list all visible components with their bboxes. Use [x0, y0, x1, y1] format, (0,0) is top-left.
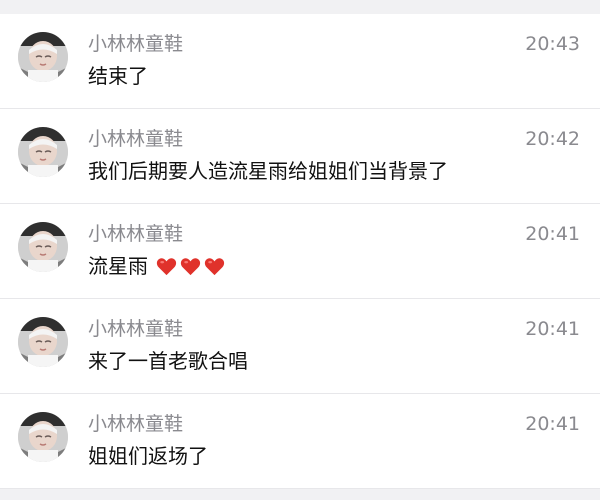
heart-icon — [204, 257, 225, 275]
hearts-group — [156, 257, 225, 276]
comment-username[interactable]: 小林林童鞋 — [88, 32, 183, 56]
comment-text-content: 我们后期要人造流星雨给姐姐们当背景了 — [88, 159, 448, 183]
comment-row[interactable]: 小林林童鞋 20:41 来了一首老歌合唱 — [0, 299, 600, 394]
comment-text-content: 来了一首老歌合唱 — [88, 349, 248, 373]
comment-text-content: 流星雨 — [88, 254, 148, 278]
avatar[interactable] — [18, 222, 68, 272]
avatar[interactable] — [18, 317, 68, 367]
comment-row[interactable]: 小林林童鞋 20:41 姐姐们返场了 — [0, 394, 600, 489]
comment-username[interactable]: 小林林童鞋 — [88, 127, 183, 151]
comment-time: 20:41 — [525, 413, 580, 435]
comment-text: 流星雨 — [88, 252, 225, 280]
baby-avatar-icon — [18, 32, 68, 82]
comment-username[interactable]: 小林林童鞋 — [88, 317, 183, 341]
comment-text: 我们后期要人造流星雨给姐姐们当背景了 — [88, 157, 448, 185]
comment-username[interactable]: 小林林童鞋 — [88, 412, 183, 436]
avatar[interactable] — [18, 32, 68, 82]
comment-time: 20:42 — [525, 128, 580, 150]
heart-icon — [156, 257, 177, 275]
top-background-strip — [0, 0, 600, 14]
comment-text: 来了一首老歌合唱 — [88, 347, 248, 375]
comment-username[interactable]: 小林林童鞋 — [88, 222, 183, 246]
baby-avatar-icon — [18, 317, 68, 367]
comment-text-content: 姐姐们返场了 — [88, 444, 208, 468]
comment-time: 20:43 — [525, 33, 580, 55]
comment-row[interactable]: 小林林童鞋 20:43 结束了 — [0, 14, 600, 109]
baby-avatar-icon — [18, 412, 68, 462]
comment-text: 姐姐们返场了 — [88, 442, 208, 470]
comment-row[interactable]: 小林林童鞋 20:42 我们后期要人造流星雨给姐姐们当背景了 — [0, 109, 600, 204]
baby-avatar-icon — [18, 222, 68, 272]
avatar[interactable] — [18, 127, 68, 177]
comment-time: 20:41 — [525, 318, 580, 340]
comment-row[interactable]: 小林林童鞋 20:41 流星雨 — [0, 204, 600, 299]
comment-text-content: 结束了 — [88, 64, 148, 88]
comment-time: 20:41 — [525, 223, 580, 245]
comment-text: 结束了 — [88, 62, 148, 90]
heart-icon — [180, 257, 201, 275]
avatar[interactable] — [18, 412, 68, 462]
bottom-background-strip — [0, 489, 600, 500]
comment-list: 小林林童鞋 20:43 结束了 小林林童鞋 20:42 我们后期要人造流星雨给姐 — [0, 14, 600, 489]
baby-avatar-icon — [18, 127, 68, 177]
